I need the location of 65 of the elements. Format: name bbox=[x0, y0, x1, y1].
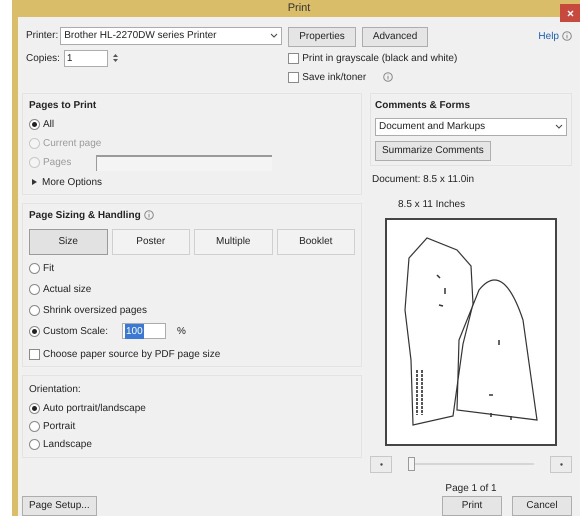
radio-button[interactable] bbox=[29, 438, 40, 450]
slider-thumb[interactable] bbox=[408, 457, 415, 471]
radio-button[interactable] bbox=[29, 420, 40, 432]
option-label: Pages bbox=[43, 156, 72, 170]
button[interactable]: Properties bbox=[288, 26, 356, 46]
checkbox[interactable] bbox=[288, 52, 300, 64]
option-label: Current page bbox=[43, 137, 102, 151]
caret-icon bbox=[270, 33, 278, 38]
more-options-toggle[interactable]: More Options bbox=[42, 174, 102, 190]
triangle-icon[interactable] bbox=[32, 179, 37, 185]
radio-button[interactable] bbox=[29, 262, 40, 274]
button[interactable]: Print bbox=[442, 496, 502, 516]
option-label: Custom Scale: bbox=[43, 324, 110, 338]
copies-field[interactable]: 1 bbox=[64, 50, 108, 66]
option-label: All bbox=[43, 118, 54, 132]
mode-tab[interactable]: Poster bbox=[112, 228, 190, 254]
option-label: Fit bbox=[43, 262, 56, 276]
printer-label: Printer: bbox=[26, 29, 58, 43]
radio-button[interactable] bbox=[29, 326, 40, 336]
option-label: Auto portrait/landscape bbox=[43, 402, 146, 416]
mode-tab[interactable]: Multiple bbox=[194, 228, 272, 254]
document-size: Document: 8.5 x 11.0in bbox=[371, 172, 476, 186]
scale-field[interactable]: 100 bbox=[122, 323, 166, 339]
option-label: Actual size bbox=[43, 282, 92, 296]
page-count: Page 1 of 1 bbox=[445, 482, 497, 496]
radio-button[interactable] bbox=[29, 402, 40, 414]
option-label: Landscape bbox=[43, 438, 92, 452]
button[interactable]: Summarize Comments bbox=[375, 140, 491, 160]
window-title: Print bbox=[288, 1, 310, 16]
spinner-icon[interactable] bbox=[112, 52, 119, 64]
dot-icon bbox=[380, 462, 382, 466]
section-title: Pages to Print bbox=[29, 98, 98, 112]
button[interactable]: Advanced bbox=[362, 26, 428, 46]
button[interactable]: Page Setup... bbox=[22, 496, 97, 516]
help-link[interactable]: Help bbox=[538, 28, 559, 44]
option-label: Portrait bbox=[43, 420, 76, 434]
caret-icon bbox=[555, 124, 563, 129]
close-button[interactable] bbox=[560, 4, 580, 22]
radio-button[interactable] bbox=[29, 304, 40, 316]
pages-field[interactable] bbox=[96, 154, 272, 170]
close-icon bbox=[566, 10, 574, 16]
checkbox[interactable] bbox=[29, 348, 40, 360]
checkbox[interactable] bbox=[288, 72, 300, 82]
info-icon bbox=[562, 31, 572, 41]
option-label: Shrink oversized pages bbox=[43, 304, 147, 318]
radio-button[interactable] bbox=[29, 284, 40, 294]
copies-label: Copies: bbox=[26, 52, 60, 66]
comments-dropdown[interactable]: Document and Markups bbox=[375, 118, 567, 136]
radio-button[interactable] bbox=[29, 119, 40, 130]
option-label: Choose paper source by PDF page size bbox=[43, 348, 220, 362]
option-label: Print in grayscale (black and white) bbox=[302, 52, 458, 66]
mode-tab[interactable]: Size bbox=[29, 228, 108, 254]
printer-dropdown[interactable]: Brother HL-2270DW series Printer bbox=[60, 26, 282, 44]
percent-label: % bbox=[177, 324, 186, 338]
info-icon bbox=[383, 72, 394, 82]
paper-size: 8.5 x 11 Inches bbox=[397, 198, 466, 212]
option-label: Save ink/toner bbox=[302, 70, 366, 84]
section-title: Comments & Forms bbox=[375, 98, 472, 112]
button[interactable]: Cancel bbox=[512, 496, 572, 516]
info-icon bbox=[144, 210, 154, 220]
section-title: Orientation: bbox=[29, 382, 82, 396]
mode-tab[interactable]: Booklet bbox=[276, 228, 355, 254]
dot-icon bbox=[560, 462, 562, 466]
section-title: Page Sizing & Handling bbox=[29, 208, 141, 222]
page-slider[interactable] bbox=[408, 457, 534, 471]
